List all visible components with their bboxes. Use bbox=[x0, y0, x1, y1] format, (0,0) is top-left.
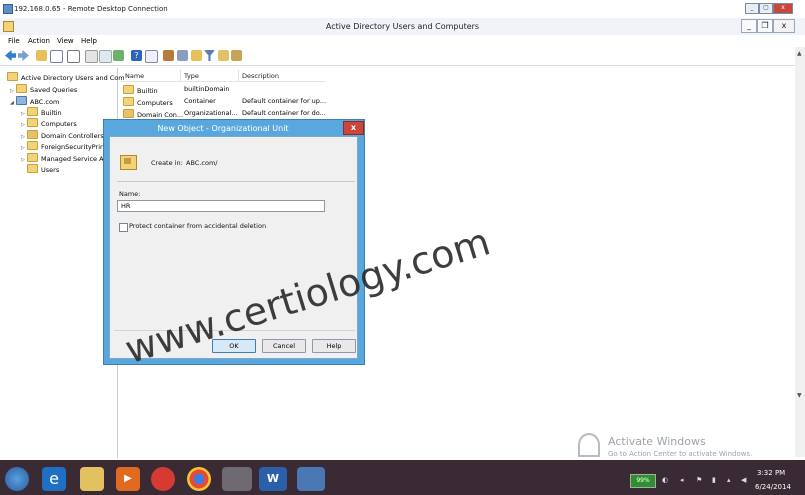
tree-item-domain[interactable]: ◢ ABC.com bbox=[10, 96, 59, 107]
touch-hand-icon bbox=[578, 433, 600, 457]
folder-icon bbox=[27, 107, 38, 116]
menubar bbox=[0, 35, 805, 46]
new-ou-icon[interactable] bbox=[191, 50, 202, 61]
list-cell-type: Organizational... bbox=[184, 109, 238, 117]
ou-folder-icon bbox=[123, 109, 134, 118]
flag-icon[interactable]: ⚑ bbox=[696, 476, 704, 485]
menu-action[interactable]: Action bbox=[28, 37, 50, 45]
activate-windows-subtitle: Go to Action Center to activate Windows. bbox=[608, 450, 753, 458]
remote-desktop-icon[interactable] bbox=[297, 467, 325, 491]
column-header-description[interactable]: Description bbox=[242, 72, 279, 80]
rdp-close-button[interactable]: x bbox=[773, 3, 793, 14]
name-label: Name: bbox=[119, 190, 141, 198]
tree-item-computers[interactable]: ▷ Computers bbox=[21, 118, 77, 129]
properties-icon[interactable] bbox=[85, 50, 98, 63]
menu-view[interactable]: View bbox=[57, 37, 74, 45]
column-header-name[interactable]: Name bbox=[125, 72, 144, 80]
column-divider[interactable] bbox=[180, 70, 181, 81]
up-folder-icon[interactable] bbox=[36, 50, 47, 61]
create-in-label: Create in: bbox=[151, 159, 183, 167]
tree-item-managed-service[interactable]: ▷ Managed Service A bbox=[21, 153, 104, 164]
domain-icon bbox=[16, 96, 27, 105]
folder-icon bbox=[27, 164, 38, 173]
menu-help[interactable]: Help bbox=[81, 37, 97, 45]
protect-container-label[interactable]: Protect container from accidental deleti… bbox=[129, 222, 266, 230]
word-icon[interactable]: W bbox=[259, 467, 287, 491]
clock-time[interactable]: 3:32 PM bbox=[757, 469, 785, 477]
scroll-up-icon[interactable]: ▲ bbox=[797, 50, 802, 57]
file-explorer-icon[interactable] bbox=[80, 467, 104, 491]
find-icon[interactable] bbox=[218, 50, 229, 61]
signal-icon[interactable]: ▴ bbox=[727, 476, 735, 485]
list-item[interactable]: Domain Con... bbox=[123, 109, 183, 119]
list-item[interactable]: Builtin bbox=[123, 85, 158, 95]
scroll-down-icon[interactable]: ▼ bbox=[797, 392, 802, 399]
tray-arrow-icon[interactable]: ◂ bbox=[680, 476, 688, 485]
network-icon[interactable]: ◐ bbox=[662, 476, 670, 485]
new-group-icon[interactable] bbox=[177, 50, 188, 61]
tree-item-users[interactable]: Users bbox=[27, 164, 59, 175]
dialog-separator bbox=[117, 181, 355, 182]
folder-icon bbox=[7, 72, 18, 81]
activate-windows-title: Activate Windows bbox=[608, 435, 706, 448]
app-window-title: Active Directory Users and Computers bbox=[325, 22, 480, 31]
tree-item-foreign-security[interactable]: ▷ ForeignSecurityPrin bbox=[21, 141, 104, 152]
folder-icon bbox=[27, 118, 38, 127]
close-button[interactable]: x bbox=[773, 19, 795, 33]
new-user-icon[interactable] bbox=[163, 50, 174, 61]
rdp-app-icon bbox=[3, 4, 13, 14]
cancel-button[interactable]: Cancel bbox=[262, 339, 306, 353]
show-tree-icon[interactable] bbox=[50, 50, 63, 63]
folder-icon bbox=[27, 141, 38, 150]
tree-item-domain-controllers[interactable]: ▷ Domain Controllers bbox=[21, 130, 104, 141]
console-icon[interactable] bbox=[145, 50, 158, 63]
ou-icon-detail bbox=[124, 158, 131, 164]
add-to-group-icon[interactable] bbox=[231, 50, 242, 61]
folder-icon bbox=[27, 153, 38, 162]
clock-date[interactable]: 6/24/2014 bbox=[755, 483, 791, 491]
column-divider[interactable] bbox=[238, 70, 239, 81]
internet-explorer-icon[interactable]: e bbox=[42, 467, 66, 491]
name-input[interactable] bbox=[117, 200, 325, 212]
list-cell-type: builtinDomain bbox=[184, 85, 230, 93]
media-player-icon[interactable]: ▶ bbox=[116, 467, 140, 491]
volume-icon[interactable]: ◀ bbox=[741, 476, 749, 485]
column-header-type[interactable]: Type bbox=[184, 72, 199, 80]
help-button[interactable]: Help bbox=[312, 339, 356, 353]
refresh-icon[interactable] bbox=[99, 50, 112, 63]
folder-icon bbox=[123, 85, 134, 94]
power-icon[interactable]: ▮ bbox=[712, 476, 720, 485]
menu-file[interactable]: File bbox=[8, 37, 20, 45]
help-icon[interactable]: ? bbox=[131, 50, 142, 61]
tree-item-saved-queries[interactable]: ▷ Saved Queries bbox=[10, 84, 77, 95]
copy-icon[interactable] bbox=[67, 50, 80, 63]
list-item[interactable]: Computers bbox=[123, 97, 173, 107]
rdp-maximize-button[interactable]: ▢ bbox=[759, 3, 773, 14]
rdp-minimize-button[interactable]: _ bbox=[745, 3, 759, 14]
start-button-icon[interactable] bbox=[5, 467, 29, 491]
ou-folder-icon bbox=[27, 130, 38, 139]
dialog-close-button[interactable]: x bbox=[343, 121, 364, 135]
chrome-icon[interactable] bbox=[187, 467, 211, 491]
store-icon[interactable] bbox=[151, 467, 175, 491]
rdp-window-title: 192.168.0.65 - Remote Desktop Connection bbox=[14, 5, 168, 13]
list-cell-description: Default container for up... bbox=[242, 97, 327, 105]
restore-button[interactable]: ❐ bbox=[757, 19, 773, 33]
minimize-button[interactable]: _ bbox=[741, 19, 757, 33]
list-cell-type: Container bbox=[184, 97, 216, 105]
export-list-icon[interactable] bbox=[113, 50, 124, 61]
dialog-title: New Object - Organizational Unit bbox=[157, 124, 289, 133]
list-header bbox=[121, 70, 326, 82]
folder-icon bbox=[123, 97, 134, 106]
folder-icon bbox=[16, 84, 27, 93]
battery-indicator[interactable]: 99% bbox=[630, 474, 656, 488]
create-in-value: ABC.com/ bbox=[186, 159, 218, 167]
list-cell-description: Default container for do... bbox=[242, 109, 326, 117]
tree-item-root[interactable]: Active Directory Users and Com bbox=[7, 72, 125, 83]
explorer-window-icon[interactable] bbox=[222, 467, 252, 491]
tree-item-builtin[interactable]: ▷ Builtin bbox=[21, 107, 62, 118]
protect-container-checkbox[interactable] bbox=[119, 223, 128, 232]
